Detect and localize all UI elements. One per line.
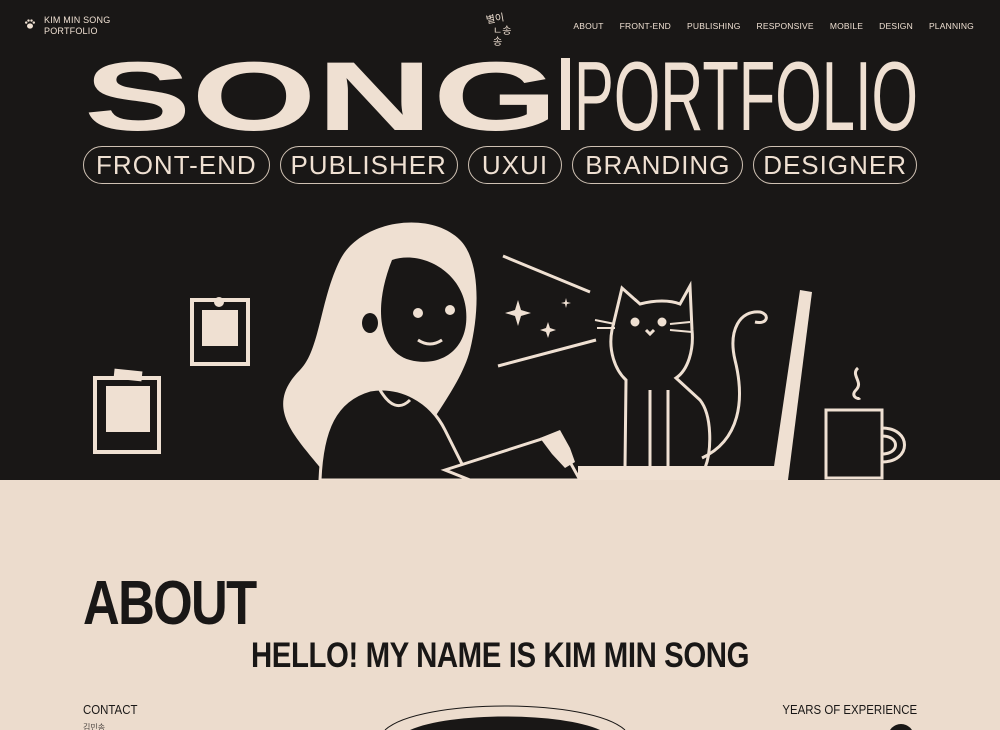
about-hello: HELLO! MY NAME IS KIM MIN SONG <box>250 636 750 675</box>
nav-about[interactable]: ABOUT <box>573 21 603 31</box>
hero-title-portfolio: PORTFOLIO <box>574 48 918 138</box>
nav-design[interactable]: DESIGN <box>879 21 913 31</box>
site-header: KIM MIN SONG PORTFOLIO 별이 ㄴ송송 ABOUT FRON… <box>0 0 1000 52</box>
brand-line-2: PORTFOLIO <box>44 26 98 36</box>
site-logo[interactable]: 별이 ㄴ송송 <box>484 12 518 48</box>
experience-badge <box>888 724 914 730</box>
nav-mobile[interactable]: MOBILE <box>830 21 863 31</box>
nav-front-end[interactable]: FRONT-END <box>620 21 671 31</box>
pill-front-end[interactable]: FRONT-END <box>83 146 270 184</box>
logo-line-1: 별이 <box>485 12 506 27</box>
hero-title-divider <box>561 58 570 130</box>
hero-title-song: SONG <box>84 48 558 138</box>
pill-designer[interactable]: DESIGNER <box>753 146 917 184</box>
laptop-icon <box>578 290 812 480</box>
sparkle-beam <box>497 254 597 368</box>
pinned-note-icon <box>190 297 250 366</box>
mug-icon <box>824 366 906 480</box>
pill-uxui[interactable]: UXUI <box>467 146 563 184</box>
skill-pills: FRONT-END PUBLISHER UXUI BRANDING DESIGN… <box>83 146 917 184</box>
years-of-experience-label: YEARS OF EXPERIENCE <box>782 702 917 717</box>
nav-responsive[interactable]: RESPONSIVE <box>757 21 814 31</box>
girl-character <box>283 222 583 482</box>
nav-planning[interactable]: PLANNING <box>929 21 974 31</box>
nav-publishing[interactable]: PUBLISHING <box>687 21 741 31</box>
pill-branding[interactable]: BRANDING <box>572 146 744 184</box>
brand-line-1: KIM MIN SONG <box>44 15 111 25</box>
star-sparkle-icon <box>505 300 531 326</box>
taped-photo-icon <box>93 368 161 454</box>
logo-line-2: ㄴ송송 <box>493 26 512 48</box>
profile-circle <box>384 705 626 730</box>
contact-label: CONTACT <box>83 702 138 717</box>
contact-name: 김민송 <box>83 723 106 730</box>
paw-icon <box>25 19 35 29</box>
brand[interactable]: KIM MIN SONG PORTFOLIO <box>24 15 110 37</box>
cat-character <box>594 280 768 469</box>
hero-illustration <box>93 222 906 482</box>
about-section: ABOUT HELLO! MY NAME IS KIM MIN SONG CON… <box>0 480 1000 730</box>
hero-title: SONG PORTFOLIO <box>0 41 1000 151</box>
about-title: ABOUT <box>83 569 257 638</box>
main-nav: ABOUT FRONT-END PUBLISHING RESPONSIVE MO… <box>573 21 974 31</box>
brand-text: KIM MIN SONG PORTFOLIO <box>44 15 110 37</box>
pill-publisher[interactable]: PUBLISHER <box>279 146 458 184</box>
